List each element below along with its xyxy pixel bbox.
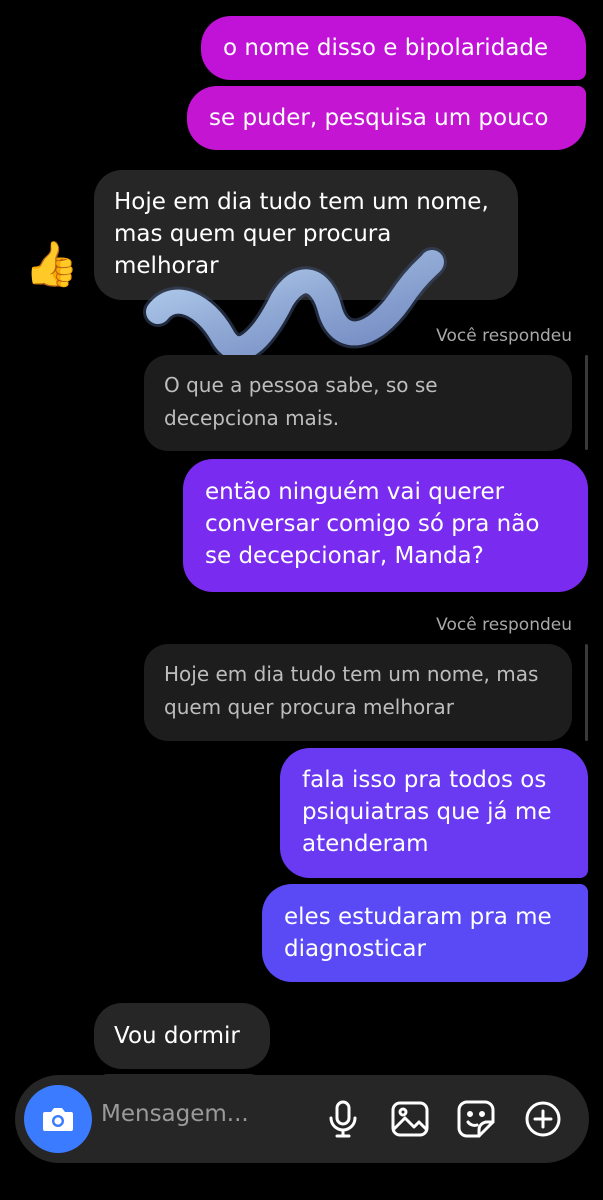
reply-label: Você respondeu [436,326,572,346]
sticker-icon [457,1100,495,1138]
plus-button[interactable] [523,1099,563,1139]
reply-label: Você respondeu [436,615,572,635]
outgoing-message[interactable]: eles estudaram pra me diagnosticar [262,884,588,982]
gallery-icon [391,1101,429,1137]
reply-indicator [585,355,588,450]
quoted-text: O que a pessoa sabe, so se decepciona ma… [164,373,438,430]
squiggle-sticker [143,247,447,364]
message-composer: Mensagem... [15,1075,589,1163]
reply-indicator [585,644,588,741]
message-text: eles estudaram pra me diagnosticar [284,904,552,962]
microphone-icon [329,1100,357,1138]
outgoing-message[interactable]: fala isso pra todos os psiquiatras que j… [280,748,588,878]
outgoing-message[interactable]: então ninguém vai querer conversar comig… [183,459,588,592]
message-text: então ninguém vai querer conversar comig… [205,479,540,569]
microphone-button[interactable] [323,1099,363,1139]
quoted-message[interactable]: Hoje em dia tudo tem um nome, mas quem q… [144,644,572,741]
gallery-button[interactable] [390,1099,430,1139]
camera-button[interactable] [24,1085,92,1153]
message-text: Vou dormir [114,1023,240,1049]
message-text: fala isso pra todos os psiquiatras que j… [302,767,552,857]
quoted-message[interactable]: O que a pessoa sabe, so se decepciona ma… [144,355,572,451]
incoming-message[interactable]: Vou dormir [94,1003,270,1069]
quoted-text: Hoje em dia tudo tem um nome, mas quem q… [164,662,539,719]
plus-icon [525,1101,561,1137]
camera-icon [43,1108,73,1131]
message-input[interactable]: Mensagem... [101,1101,249,1127]
sticker-button[interactable] [456,1099,496,1139]
